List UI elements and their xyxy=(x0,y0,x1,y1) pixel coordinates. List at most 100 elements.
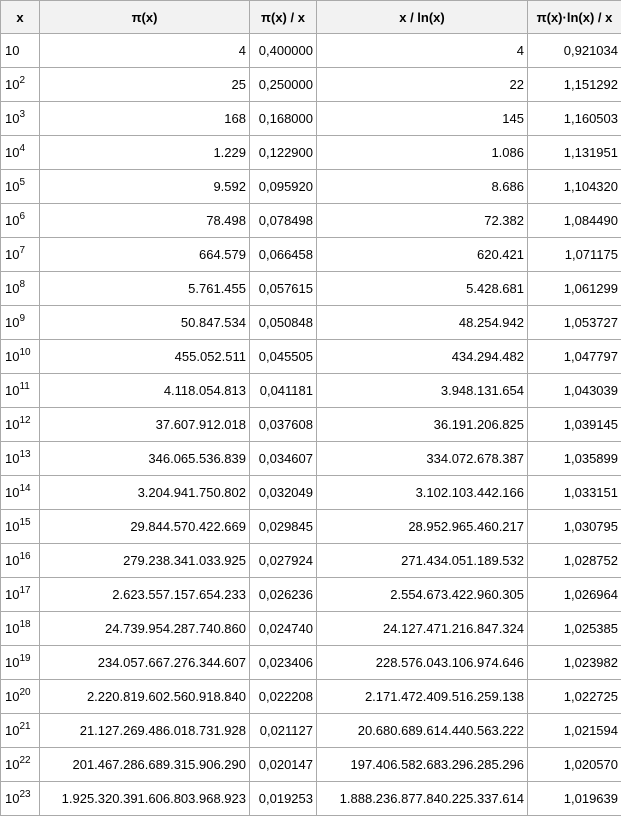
cell-pi: 279.238.341.033.925 xyxy=(39,543,250,578)
x-exponent: 3 xyxy=(19,109,26,120)
cell-x: 106 xyxy=(0,203,40,238)
cell-pi-ratio: 0,041181 xyxy=(249,373,317,408)
cell-x: 102 xyxy=(0,67,40,102)
cell-x: 1016 xyxy=(0,543,40,578)
cell-pi-ratio: 0,066458 xyxy=(249,237,317,272)
x-base: 10 xyxy=(5,43,20,58)
cell-x-over-ln: 1.888.236.877.840.225.337.614 xyxy=(316,781,528,816)
x-exponent: 18 xyxy=(19,619,31,630)
cell-x: 104 xyxy=(0,135,40,170)
cell-pi: 3.204.941.750.802 xyxy=(39,475,250,510)
cell-x-over-ln: 334.072.678.387 xyxy=(316,441,528,476)
cell-normalized: 1,039145 xyxy=(527,407,621,442)
cell-normalized: 1,033151 xyxy=(527,475,621,510)
cell-x-over-ln: 2.554.673.422.960.305 xyxy=(316,577,528,612)
cell-x-over-ln: 620.421 xyxy=(316,237,528,272)
cell-x: 108 xyxy=(0,271,40,306)
cell-x: 1019 xyxy=(0,645,40,680)
cell-pi-ratio: 0,024740 xyxy=(249,611,317,646)
x-exponent: 8 xyxy=(19,279,26,290)
cell-normalized: 1,023982 xyxy=(527,645,621,680)
cell-pi: 346.065.536.839 xyxy=(39,441,250,476)
cell-x: 1020 xyxy=(0,679,40,714)
cell-x-over-ln: 72.382 xyxy=(316,203,528,238)
cell-normalized: 1,053727 xyxy=(527,305,621,340)
table-row: 1011 4.118.054.813 0,041181 3.948.131.654 1,… xyxy=(0,373,621,408)
table-row: 1014 3.204.941.750.802 0,032049 3.102.103.4… xyxy=(0,475,621,510)
x-exponent: 19 xyxy=(19,653,31,664)
header-x-over-ln: x / ln(x) xyxy=(316,0,528,34)
cell-pi-ratio: 0,032049 xyxy=(249,475,317,510)
cell-pi-ratio: 0,021127 xyxy=(249,713,317,748)
cell-pi-ratio: 0,095920 xyxy=(249,169,317,204)
cell-pi-ratio: 0,027924 xyxy=(249,543,317,578)
x-base: 10 xyxy=(5,111,20,126)
table-row: 1022 201.467.286.689.315.906.290 0,020147 1… xyxy=(0,747,621,782)
x-base: 10 xyxy=(5,655,20,670)
cell-x-over-ln: 28.952.965.460.217 xyxy=(316,509,528,544)
cell-normalized: 1,035899 xyxy=(527,441,621,476)
cell-x-over-ln: 228.576.043.106.974.646 xyxy=(316,645,528,680)
x-base: 10 xyxy=(5,689,20,704)
cell-x: 10 xyxy=(0,33,40,68)
cell-x-over-ln: 2.171.472.409.516.259.138 xyxy=(316,679,528,714)
cell-pi-ratio: 0,029845 xyxy=(249,509,317,544)
x-exponent: 14 xyxy=(19,483,31,494)
cell-x-over-ln: 20.680.689.614.440.563.222 xyxy=(316,713,528,748)
cell-normalized: 1,019639 xyxy=(527,781,621,816)
table-row: 104 1.229 0,122900 1.086 1,131951 xyxy=(0,135,621,170)
cell-normalized: 1,020570 xyxy=(527,747,621,782)
cell-x: 1010 xyxy=(0,339,40,374)
table-row: 1017 2.623.557.157.654.233 0,026236 2.554.6… xyxy=(0,577,621,612)
cell-pi-ratio: 0,168000 xyxy=(249,101,317,136)
cell-x-over-ln: 434.294.482 xyxy=(316,339,528,374)
table-row: 1015 29.844.570.422.669 0,029845 28.952.965… xyxy=(0,509,621,544)
x-exponent: 22 xyxy=(19,755,31,766)
cell-pi-ratio: 0,034607 xyxy=(249,441,317,476)
x-exponent: 10 xyxy=(19,347,31,358)
cell-pi: 2.623.557.157.654.233 xyxy=(39,577,250,612)
cell-x: 105 xyxy=(0,169,40,204)
x-base: 10 xyxy=(5,281,20,296)
cell-pi: 234.057.667.276.344.607 xyxy=(39,645,250,680)
cell-x: 1022 xyxy=(0,747,40,782)
cell-pi-ratio: 0,037608 xyxy=(249,407,317,442)
cell-normalized: 1,131951 xyxy=(527,135,621,170)
cell-normalized: 1,028752 xyxy=(527,543,621,578)
x-exponent: 11 xyxy=(19,381,30,392)
cell-normalized: 1,151292 xyxy=(527,67,621,102)
header-x: x xyxy=(0,0,40,34)
cell-pi: 21.127.269.486.018.731.928 xyxy=(39,713,250,748)
cell-normalized: 1,030795 xyxy=(527,509,621,544)
table-row: 106 78.498 0,078498 72.382 1,084490 xyxy=(0,203,621,238)
x-exponent: 12 xyxy=(19,415,31,426)
cell-pi-ratio: 0,019253 xyxy=(249,781,317,816)
x-base: 10 xyxy=(5,383,20,398)
x-base: 10 xyxy=(5,145,20,160)
cell-x-over-ln: 1.086 xyxy=(316,135,528,170)
cell-pi: 1.229 xyxy=(39,135,250,170)
cell-x-over-ln: 5.428.681 xyxy=(316,271,528,306)
cell-pi: 9.592 xyxy=(39,169,250,204)
x-base: 10 xyxy=(5,519,20,534)
table-row: 1021 21.127.269.486.018.731.928 0,021127 20… xyxy=(0,713,621,748)
cell-pi: 168 xyxy=(39,101,250,136)
cell-pi: 37.607.912.018 xyxy=(39,407,250,442)
cell-normalized: 1,061299 xyxy=(527,271,621,306)
cell-pi: 455.052.511 xyxy=(39,339,250,374)
cell-pi-ratio: 0,023406 xyxy=(249,645,317,680)
cell-pi-ratio: 0,050848 xyxy=(249,305,317,340)
x-base: 10 xyxy=(5,417,20,432)
table-body: 10 4 0,400000 4 0,921034 102 25 0,250000 22 1,151… xyxy=(0,33,621,816)
cell-x-over-ln: 271.434.051.189.532 xyxy=(316,543,528,578)
cell-x-over-ln: 48.254.942 xyxy=(316,305,528,340)
x-exponent: 13 xyxy=(19,449,31,460)
cell-x: 109 xyxy=(0,305,40,340)
table-row: 103 168 0,168000 145 1,160503 xyxy=(0,101,621,136)
cell-pi: 201.467.286.689.315.906.290 xyxy=(39,747,250,782)
cell-x: 103 xyxy=(0,101,40,136)
table-row: 109 50.847.534 0,050848 48.254.942 1,053727 xyxy=(0,305,621,340)
cell-normalized: 1,084490 xyxy=(527,203,621,238)
cell-x: 1017 xyxy=(0,577,40,612)
cell-pi-ratio: 0,250000 xyxy=(249,67,317,102)
